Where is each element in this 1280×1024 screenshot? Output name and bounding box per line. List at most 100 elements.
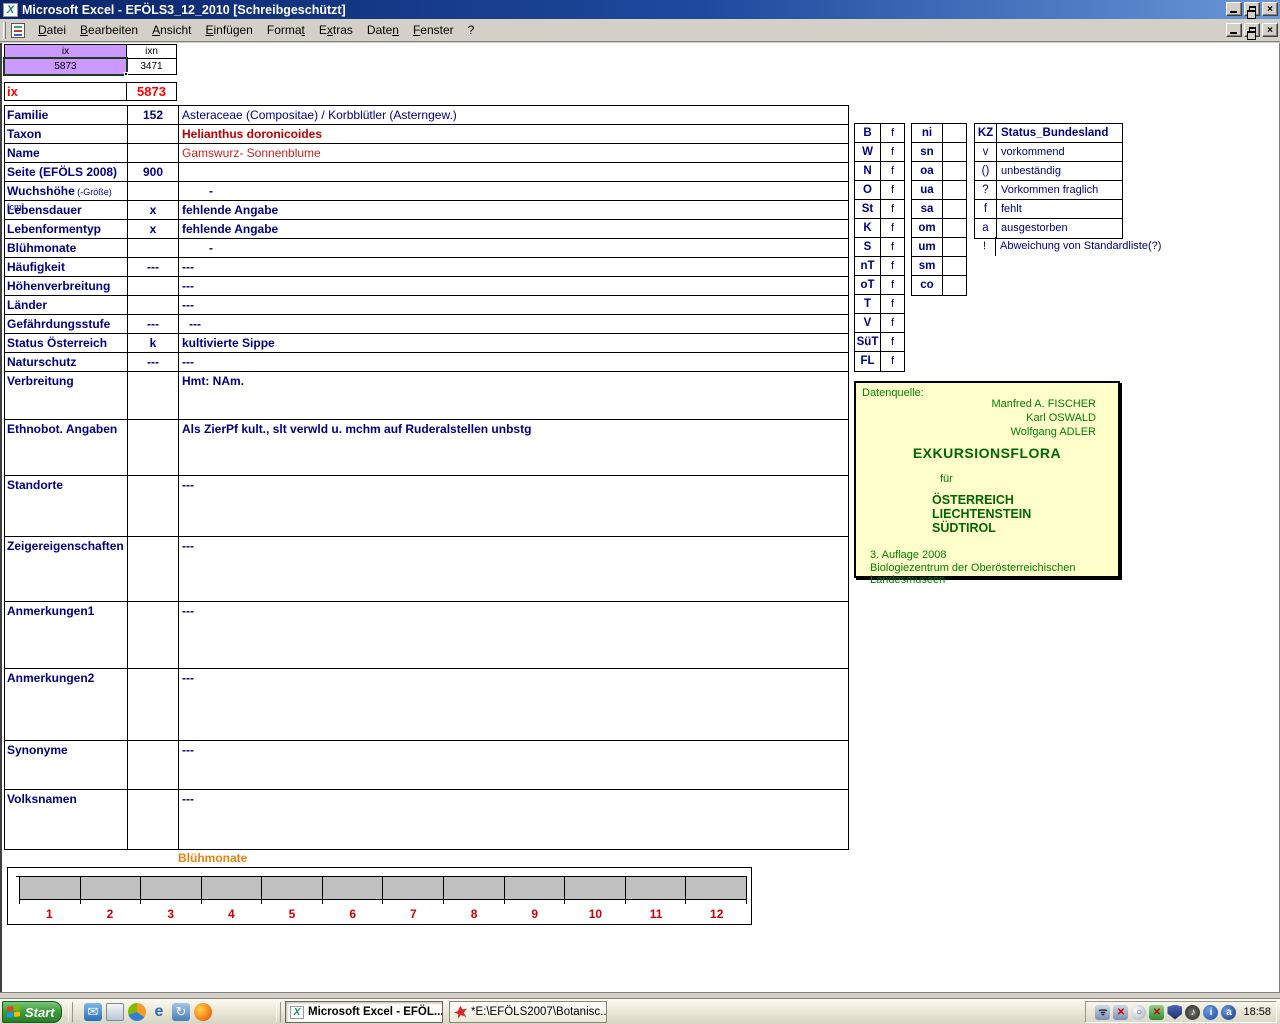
bland-row: St f: [855, 200, 904, 219]
taskbar-clock[interactable]: 18:58: [1243, 1006, 1271, 1018]
menu-ansicht[interactable]: Ansicht: [145, 21, 198, 39]
tray-a-icon[interactable]: a: [1221, 1004, 1237, 1020]
bar-month-6: [321, 876, 384, 900]
bland-row: Tf: [855, 295, 904, 314]
quicklaunch-outlook-icon[interactable]: ↻: [172, 1003, 190, 1021]
task-button-excel[interactable]: X Microsoft Excel - EFÖL...: [285, 1001, 443, 1023]
tray-antivirus-icon[interactable]: ✕: [1149, 1004, 1165, 1020]
row-verbreitung: Verbreitung Hmt: NAm.: [5, 372, 848, 420]
selection-fill-handle[interactable]: [124, 72, 128, 76]
close-button[interactable]: ×: [1262, 2, 1278, 16]
menu-extras[interactable]: Extras: [312, 21, 360, 39]
windows-logo-icon: [7, 1004, 21, 1019]
bluehmonate-chart[interactable]: 1 2 3 4 5 6 7 8 9 10 11 12: [7, 867, 752, 925]
datenquelle-box: Datenquelle: Manfred A. FISCHER Karl OSW…: [854, 381, 1120, 586]
chart-bars: [19, 876, 747, 900]
book-fuer: für: [940, 473, 953, 485]
bar-month-9: [503, 876, 566, 900]
task-button-botanisc[interactable]: *E:\EFÖLS2007\Botanisc...: [449, 1001, 607, 1023]
ix-display-value[interactable]: 5873: [126, 82, 177, 101]
row-ethnobot: Ethnobot. Angaben Als ZierPf kult., slt v…: [5, 420, 848, 476]
quicklaunch-firefox-icon[interactable]: [194, 1003, 212, 1021]
row-haeufigkeit: Häufigkeit --- ---: [5, 258, 848, 277]
doc-minimize-button[interactable]: [1226, 23, 1242, 37]
bland-row: Vf: [855, 314, 904, 333]
quicklaunch-mail-icon[interactable]: ✉: [84, 1003, 102, 1021]
region-row: sm: [912, 257, 966, 276]
tray-network-signal-icon[interactable]: ᯤ: [1095, 1004, 1111, 1020]
paint-splat-icon: [454, 1005, 467, 1019]
datenquelle-authors: Manfred A. FISCHER Karl OSWALD Wolfgang …: [991, 398, 1096, 438]
ix-value-cell-selected[interactable]: 5873: [3, 57, 128, 76]
region-row: co: [912, 276, 966, 295]
kz-row-abweichung: ! Abweichung von Standardliste(?): [974, 237, 1214, 256]
row-synonyme: Synonyme ---: [5, 741, 848, 790]
tray-volume-icon[interactable]: ♪: [1185, 1004, 1201, 1020]
quicklaunch-media-player-icon[interactable]: [128, 1003, 146, 1021]
bar-month-10: [564, 876, 626, 900]
quicklaunch-internet-explorer-icon[interactable]: e: [150, 1003, 168, 1021]
x-axis-labels: 1 2 3 4 5 6 7 8 9 10 11 12: [45, 907, 724, 921]
ix-display-label[interactable]: ix: [4, 82, 127, 101]
region-row: om: [912, 219, 966, 238]
row-taxon: Taxon Helianthus doronicoides: [5, 125, 848, 144]
ixn-header-cell[interactable]: ixn: [126, 44, 177, 59]
kz-legend-table: KZ Status_Bundesland v vorkommend () unbest…: [974, 123, 1123, 239]
row-zeigereigenschaften: Zeigereigenschaften ---: [5, 537, 848, 602]
menu-bearbeiten[interactable]: Bearbeiten: [73, 21, 145, 39]
bland-row: Nf: [855, 162, 904, 181]
bland-row: SüT f: [855, 333, 904, 352]
kz-header-row: KZ Status_Bundesland: [975, 124, 1122, 143]
region-row: um: [912, 238, 966, 257]
ixn-value-cell[interactable]: 3471: [126, 58, 177, 75]
quicklaunch-show-desktop-icon[interactable]: [106, 1003, 124, 1021]
start-button[interactable]: Start: [2, 1001, 62, 1023]
doc-restore-button[interactable]: [1244, 23, 1260, 40]
bland-row: nT f: [855, 257, 904, 276]
x-axis-ticks: [19, 900, 747, 904]
menu-fenster[interactable]: Fenster: [406, 21, 461, 39]
tray-info-icon[interactable]: i: [1203, 1004, 1219, 1020]
row-naturschutz: Naturschutz --- ---: [5, 353, 848, 372]
row-standorte: Standorte ---: [5, 476, 848, 537]
datenquelle-title: Datenquelle:: [862, 387, 924, 399]
ix-ixn-table: ix ixn 5873 3471: [3, 44, 178, 76]
excel-window: X Microsoft Excel - EFÖLS3_12_2010 [Schr…: [0, 0, 1280, 1024]
minimize-button[interactable]: [1226, 2, 1242, 16]
doc-close-button[interactable]: ×: [1262, 23, 1278, 37]
menu-datei[interactable]: Datei: [31, 21, 73, 39]
taskbar: Start ✉ e ↻ X Microsoft Excel - EFÖL... …: [0, 998, 1280, 1024]
menu-hilfe[interactable]: ?: [461, 21, 482, 39]
region-row: oa: [912, 162, 966, 181]
menu-daten[interactable]: Daten: [360, 21, 406, 39]
row-hoehenverbreitung: Höhenverbreitung ---: [5, 277, 848, 296]
bar-month-5: [261, 876, 323, 900]
row-status-oesterreich: Status Österreich k kultivierte Sippe: [5, 334, 848, 353]
ix-header-cell[interactable]: ix: [4, 44, 127, 59]
region-row: sn: [912, 143, 966, 162]
book-title: EXKURSIONSFLORA: [912, 445, 1062, 461]
kz-row: v vorkommend: [975, 143, 1122, 162]
restore-button[interactable]: [1244, 2, 1260, 19]
species-form-table: Familie 152 Asteraceae (Compositae) / Korb…: [4, 105, 849, 850]
kz-row: f fehlt: [975, 200, 1122, 219]
tray-network-disconnected-icon[interactable]: ✕: [1113, 1004, 1129, 1020]
workbook-icon[interactable]: [11, 22, 25, 38]
taskbar-separator: [68, 1002, 73, 1022]
title-bar[interactable]: X Microsoft Excel - EFÖLS3_12_2010 [Schr…: [0, 0, 1280, 19]
ix-display-row: ix 5873: [4, 82, 178, 101]
tray-shield-icon[interactable]: [1167, 1004, 1183, 1020]
row-volksnamen: Volksnamen ---: [5, 790, 848, 849]
system-tray: ᯤ ✕ ○ ✕ ♪ i a 18:58: [1085, 1001, 1277, 1023]
menu-einfuegen[interactable]: Einfügen: [198, 21, 259, 39]
row-bluehmonate: Blühmonate -: [5, 239, 848, 258]
bland-row: FL f: [855, 352, 904, 371]
bar-month-8: [443, 876, 505, 900]
worksheet[interactable]: ix ixn 5873 3471 ix 5873 Familie 152 Aster…: [0, 43, 1280, 992]
row-gefaehrdungsstufe: Gefährdungsstufe --- ---: [5, 315, 848, 334]
menu-format[interactable]: Format: [260, 21, 312, 39]
toolbar-grip[interactable]: [3, 21, 6, 39]
row-wuchshoehe: Wuchshöhe (-Größe) [cm] -: [5, 182, 848, 212]
bar-month-1: [19, 876, 81, 900]
tray-magnifier-icon[interactable]: ○: [1131, 1004, 1147, 1020]
